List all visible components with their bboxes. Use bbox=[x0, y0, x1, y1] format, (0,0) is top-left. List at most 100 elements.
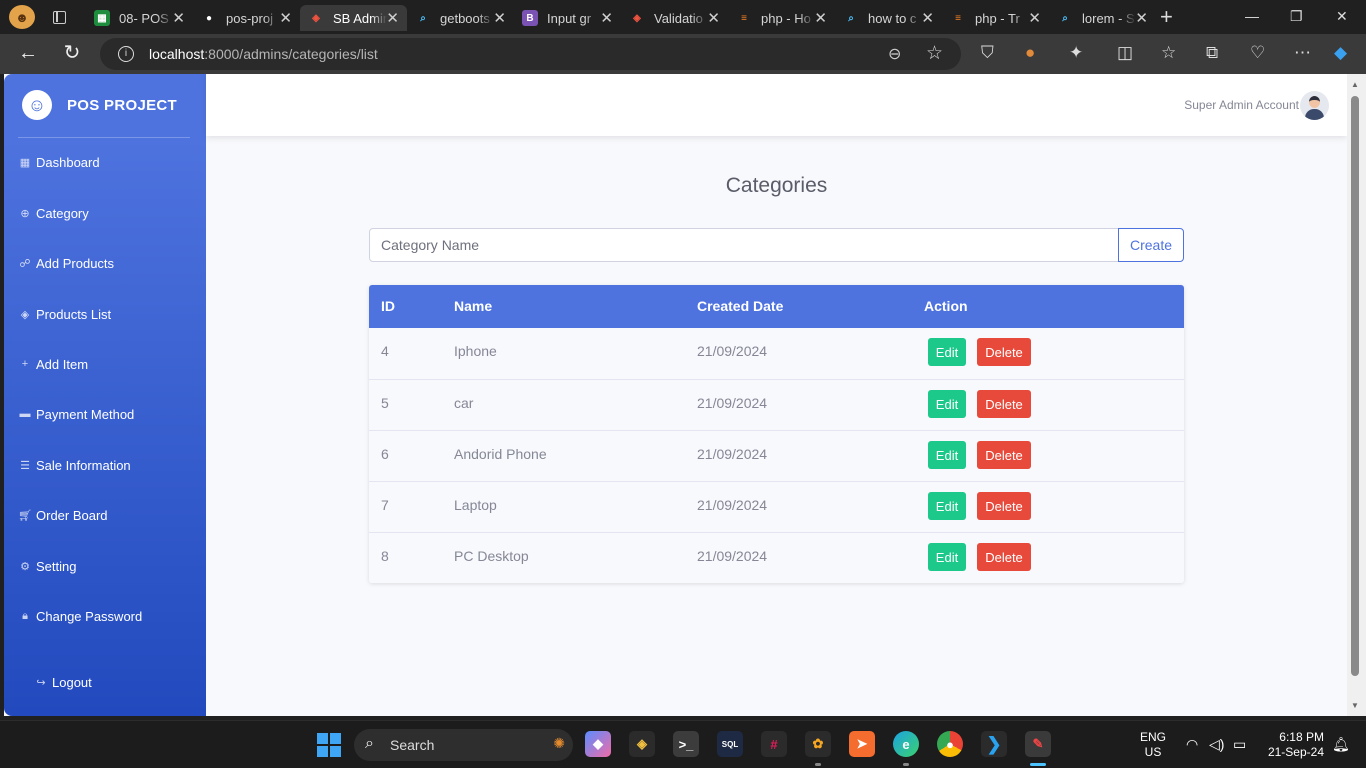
xampp-app-icon[interactable]: ✿ bbox=[805, 731, 831, 757]
copilot-app-icon[interactable]: ◆ bbox=[585, 731, 611, 757]
page-scrollbar[interactable]: ▲ ▼ bbox=[1347, 74, 1366, 716]
app-active-indicator bbox=[1030, 763, 1046, 766]
sidebar-item-products-list[interactable]: ◈ Products List bbox=[18, 302, 111, 326]
edit-button[interactable]: Edit bbox=[928, 492, 966, 520]
browser-tab[interactable]: B Input gr ✕ bbox=[514, 5, 621, 31]
logout-link[interactable]: ↪ Logout bbox=[34, 670, 91, 694]
devhome-app-icon[interactable]: ◈ bbox=[629, 731, 655, 757]
tab-title: how to c bbox=[868, 10, 917, 26]
browser-tab[interactable]: ⌕ lorem - S ✕ bbox=[1049, 5, 1156, 31]
scrollbar-thumb[interactable] bbox=[1351, 96, 1359, 676]
copilot-icon[interactable]: ◆ bbox=[1334, 43, 1347, 63]
edit-button[interactable]: Edit bbox=[928, 441, 966, 469]
delete-button[interactable]: Delete bbox=[977, 492, 1031, 520]
edit-button[interactable]: Edit bbox=[928, 338, 966, 366]
active-app-icon[interactable]: ✎ bbox=[1025, 731, 1051, 757]
profile-avatar-icon[interactable]: ☻ bbox=[9, 5, 35, 29]
user-name[interactable]: Super Admin Account bbox=[1184, 98, 1299, 112]
tab-actions-icon[interactable] bbox=[50, 8, 68, 26]
edit-button[interactable]: Edit bbox=[928, 390, 966, 418]
sidebar-item-setting[interactable]: ⚙ Setting bbox=[18, 554, 76, 578]
close-tab-icon[interactable]: ✕ bbox=[1028, 9, 1041, 27]
sidebar-item-dashboard[interactable]: ▦ Dashboard bbox=[18, 150, 100, 174]
close-tab-icon[interactable]: ✕ bbox=[600, 9, 613, 27]
split-screen-icon[interactable]: ◫ bbox=[1117, 43, 1133, 63]
sidebar-item-change-password[interactable]: 🔒︎ Change Password bbox=[18, 604, 142, 628]
browser-tab[interactable]: ◈ Validatio ✕ bbox=[621, 5, 728, 31]
notification-bell-icon[interactable]: 🔔︎ bbox=[1332, 736, 1350, 753]
minimize-button[interactable]: — bbox=[1245, 8, 1259, 24]
close-tab-icon[interactable]: ✕ bbox=[386, 9, 399, 27]
user-avatar[interactable] bbox=[1300, 91, 1329, 120]
zoom-icon[interactable]: ⊖ bbox=[888, 44, 901, 64]
sidebar-item-payment-method[interactable]: ▬ Payment Method bbox=[18, 402, 135, 426]
delete-button[interactable]: Delete bbox=[977, 338, 1031, 366]
postman-app-icon[interactable]: ➤ bbox=[849, 731, 875, 757]
language-indicator[interactable]: ENG US bbox=[1140, 730, 1166, 760]
close-tab-icon[interactable]: ✕ bbox=[1135, 9, 1148, 27]
close-tab-icon[interactable]: ✕ bbox=[921, 9, 934, 27]
volume-icon[interactable]: ◁) bbox=[1209, 736, 1224, 753]
extensions-icon[interactable]: ✦ bbox=[1069, 43, 1083, 63]
browser-tab[interactable]: ≡ php - Tr ✕ bbox=[942, 5, 1049, 31]
windows-start-icon[interactable] bbox=[317, 733, 341, 757]
back-button[interactable]: ← bbox=[16, 42, 40, 66]
favorite-star-icon[interactable]: ☆ bbox=[926, 42, 943, 65]
battery-icon[interactable]: ▭ bbox=[1233, 736, 1246, 753]
more-menu-icon[interactable]: ⋯ bbox=[1294, 43, 1311, 63]
close-tab-icon[interactable]: ✕ bbox=[493, 9, 506, 27]
collections-icon[interactable]: ⧉ bbox=[1206, 43, 1218, 63]
sidebar-item-category[interactable]: ⊕ Category bbox=[18, 201, 88, 225]
refresh-button[interactable]: ↻ bbox=[60, 42, 84, 66]
close-tab-icon[interactable]: ✕ bbox=[814, 9, 827, 27]
edge-app-icon[interactable]: e bbox=[893, 731, 919, 757]
sidebar-item-sale-information[interactable]: ☰ Sale Information bbox=[18, 453, 131, 477]
delete-button[interactable]: Delete bbox=[977, 441, 1031, 469]
browser-tab[interactable]: ⌕ how to c ✕ bbox=[835, 5, 942, 31]
address-bar[interactable]: i localhost:8000/admins/categories/list … bbox=[100, 38, 961, 70]
wifi-icon[interactable]: ◠ bbox=[1186, 736, 1198, 753]
edit-button[interactable]: Edit bbox=[928, 543, 966, 571]
category-name-input[interactable] bbox=[369, 228, 1119, 262]
url-text[interactable]: localhost:8000/admins/categories/list bbox=[149, 46, 378, 62]
browser-tab[interactable]: ▦ 08- POS ✕ bbox=[86, 5, 193, 31]
brand[interactable]: ☺ POS PROJECT bbox=[22, 90, 177, 120]
mysql-app-icon[interactable]: SQL bbox=[717, 731, 743, 757]
table-row: 5 car 21/09/2024 Edit Delete bbox=[369, 379, 1184, 430]
cell-name: Andorid Phone bbox=[454, 446, 547, 462]
site-info-icon[interactable]: i bbox=[118, 46, 134, 62]
terminal-app-icon[interactable]: >_ bbox=[673, 731, 699, 757]
clock[interactable]: 6:18 PM 21-Sep-24 bbox=[1262, 730, 1324, 760]
restore-button[interactable]: ❐ bbox=[1290, 8, 1303, 25]
browser-tab[interactable]: ⌕ getboots ✕ bbox=[407, 5, 514, 31]
browser-tab[interactable]: ◈ SB Admin ✕ bbox=[300, 5, 407, 31]
sidebar-item-add-products[interactable]: ☍ Add Products bbox=[18, 251, 114, 275]
bootstrap-icon: B bbox=[522, 10, 538, 26]
stackoverflow-icon: ≡ bbox=[741, 12, 747, 24]
slack-app-icon[interactable]: # bbox=[761, 731, 787, 757]
browser-tab[interactable]: ≡ php - Ho ✕ bbox=[728, 5, 835, 31]
new-tab-button[interactable]: + bbox=[1160, 4, 1173, 30]
shield-extension-icon[interactable]: ⛉ bbox=[981, 43, 994, 63]
close-tab-icon[interactable]: ✕ bbox=[707, 9, 720, 27]
delete-button[interactable]: Delete bbox=[977, 543, 1031, 571]
chrome-app-icon[interactable]: ● bbox=[937, 731, 963, 757]
sidebar-item-label: Payment Method bbox=[36, 406, 135, 422]
app-running-indicator bbox=[815, 763, 821, 766]
sidebar-item-add-item[interactable]: + Add Item bbox=[18, 352, 88, 376]
performance-icon[interactable]: ♡ bbox=[1250, 43, 1265, 63]
sidebar-item-order-board[interactable]: 🛒︎ Order Board bbox=[18, 503, 108, 527]
cell-date: 21/09/2024 bbox=[697, 446, 768, 462]
cookie-extension-icon[interactable]: ● bbox=[1025, 43, 1035, 63]
taskbar-search[interactable]: ⌕ Search ✺ bbox=[354, 729, 573, 761]
create-button[interactable]: Create bbox=[1118, 228, 1184, 262]
scroll-down-icon[interactable]: ▼ bbox=[1351, 701, 1359, 710]
vscode-app-icon[interactable]: ❯ bbox=[981, 731, 1007, 757]
close-tab-icon[interactable]: ✕ bbox=[172, 9, 185, 27]
browser-tab[interactable]: ● pos-proj ✕ bbox=[193, 5, 300, 31]
close-tab-icon[interactable]: ✕ bbox=[279, 9, 292, 27]
scroll-up-icon[interactable]: ▲ bbox=[1351, 80, 1359, 89]
close-window-button[interactable]: ✕ bbox=[1336, 8, 1348, 25]
delete-button[interactable]: Delete bbox=[977, 390, 1031, 418]
favorites-icon[interactable]: ☆ bbox=[1161, 43, 1176, 63]
